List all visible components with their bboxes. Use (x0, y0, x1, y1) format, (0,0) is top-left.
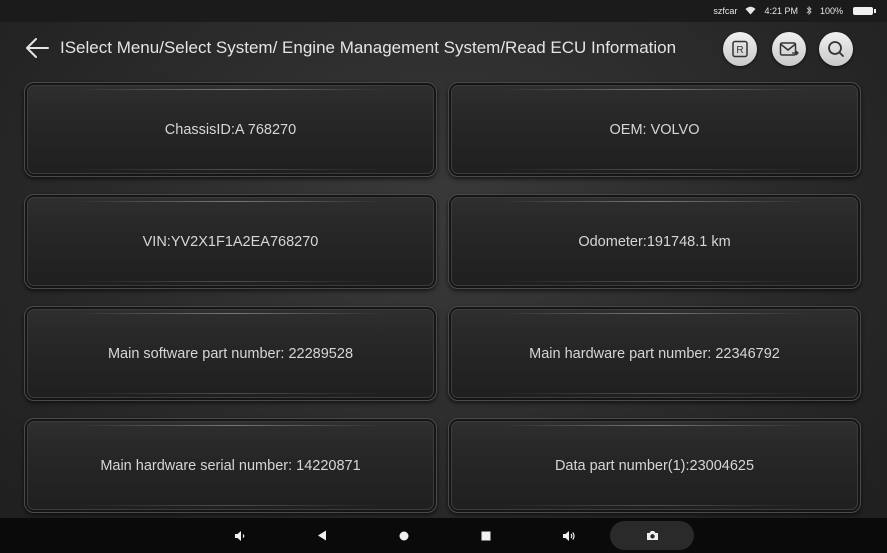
screenshot-button[interactable] (610, 521, 694, 550)
info-card-vin[interactable]: VIN:YV2X1F1A2EA768270 (24, 194, 437, 289)
info-card-label: Main hardware part number: 22346792 (529, 345, 780, 362)
back-arrow-icon[interactable] (24, 36, 50, 60)
info-card-oem[interactable]: OEM: VOLVO (448, 82, 861, 177)
camera-icon (646, 531, 658, 540)
home-circle-icon[interactable] (384, 518, 424, 553)
info-card-label: OEM: VOLVO (609, 121, 700, 138)
info-card-label: VIN:YV2X1F1A2EA768270 (142, 233, 319, 250)
info-card-label: Main software part number: 22289528 (107, 345, 354, 362)
info-card-main-hardware-serial-number[interactable]: Main hardware serial number: 14220871 (24, 418, 437, 513)
bluetooth-icon (806, 5, 812, 17)
search-icon (828, 41, 844, 57)
report-button[interactable]: R (723, 32, 757, 66)
back-triangle-icon[interactable] (302, 518, 342, 553)
recents-square-icon[interactable] (466, 518, 506, 553)
battery-icon (853, 7, 876, 15)
wifi-icon (745, 6, 756, 17)
info-card-label: Data part number(1):23004625 (554, 457, 755, 474)
clock: 4:21 PM (764, 6, 798, 16)
search-button[interactable] (819, 32, 853, 66)
info-card-data-part-number[interactable]: Data part number(1):23004625 (448, 418, 861, 513)
info-card-label: Main hardware serial number: 14220871 (100, 457, 361, 474)
info-card-main-hardware-part-number[interactable]: Main hardware part number: 22346792 (448, 306, 861, 401)
ecu-info-grid: ChassisID:A 768270 OEM: VOLVO VIN:YV2X1F… (24, 82, 861, 518)
volume-up-icon[interactable] (549, 518, 589, 553)
system-nav-bar (0, 518, 887, 553)
info-card-label: ChassisID:A 768270 (164, 121, 297, 138)
volume-down-icon[interactable] (220, 518, 260, 553)
svg-text:R: R (736, 45, 743, 56)
status-bar: szfcar 4:21 PM 100% (0, 0, 887, 22)
info-card-label: Odometer:191748.1 km (578, 233, 731, 250)
mail-icon (779, 42, 799, 56)
info-card-odometer[interactable]: Odometer:191748.1 km (448, 194, 861, 289)
mail-button[interactable] (772, 32, 806, 66)
battery-percent: 100% (819, 6, 843, 16)
info-card-main-software-part-number[interactable]: Main software part number: 22289528 (24, 306, 437, 401)
header: ISelect Menu/Select System/ Engine Manag… (0, 22, 887, 78)
carrier-label: szfcar (713, 6, 738, 16)
info-card-chassis-id[interactable]: ChassisID:A 768270 (24, 82, 437, 177)
report-icon: R (732, 40, 748, 58)
breadcrumb-title: ISelect Menu/Select System/ Engine Manag… (60, 38, 677, 57)
app-screen: szfcar 4:21 PM 100% ISelect Menu/Select … (0, 0, 887, 553)
